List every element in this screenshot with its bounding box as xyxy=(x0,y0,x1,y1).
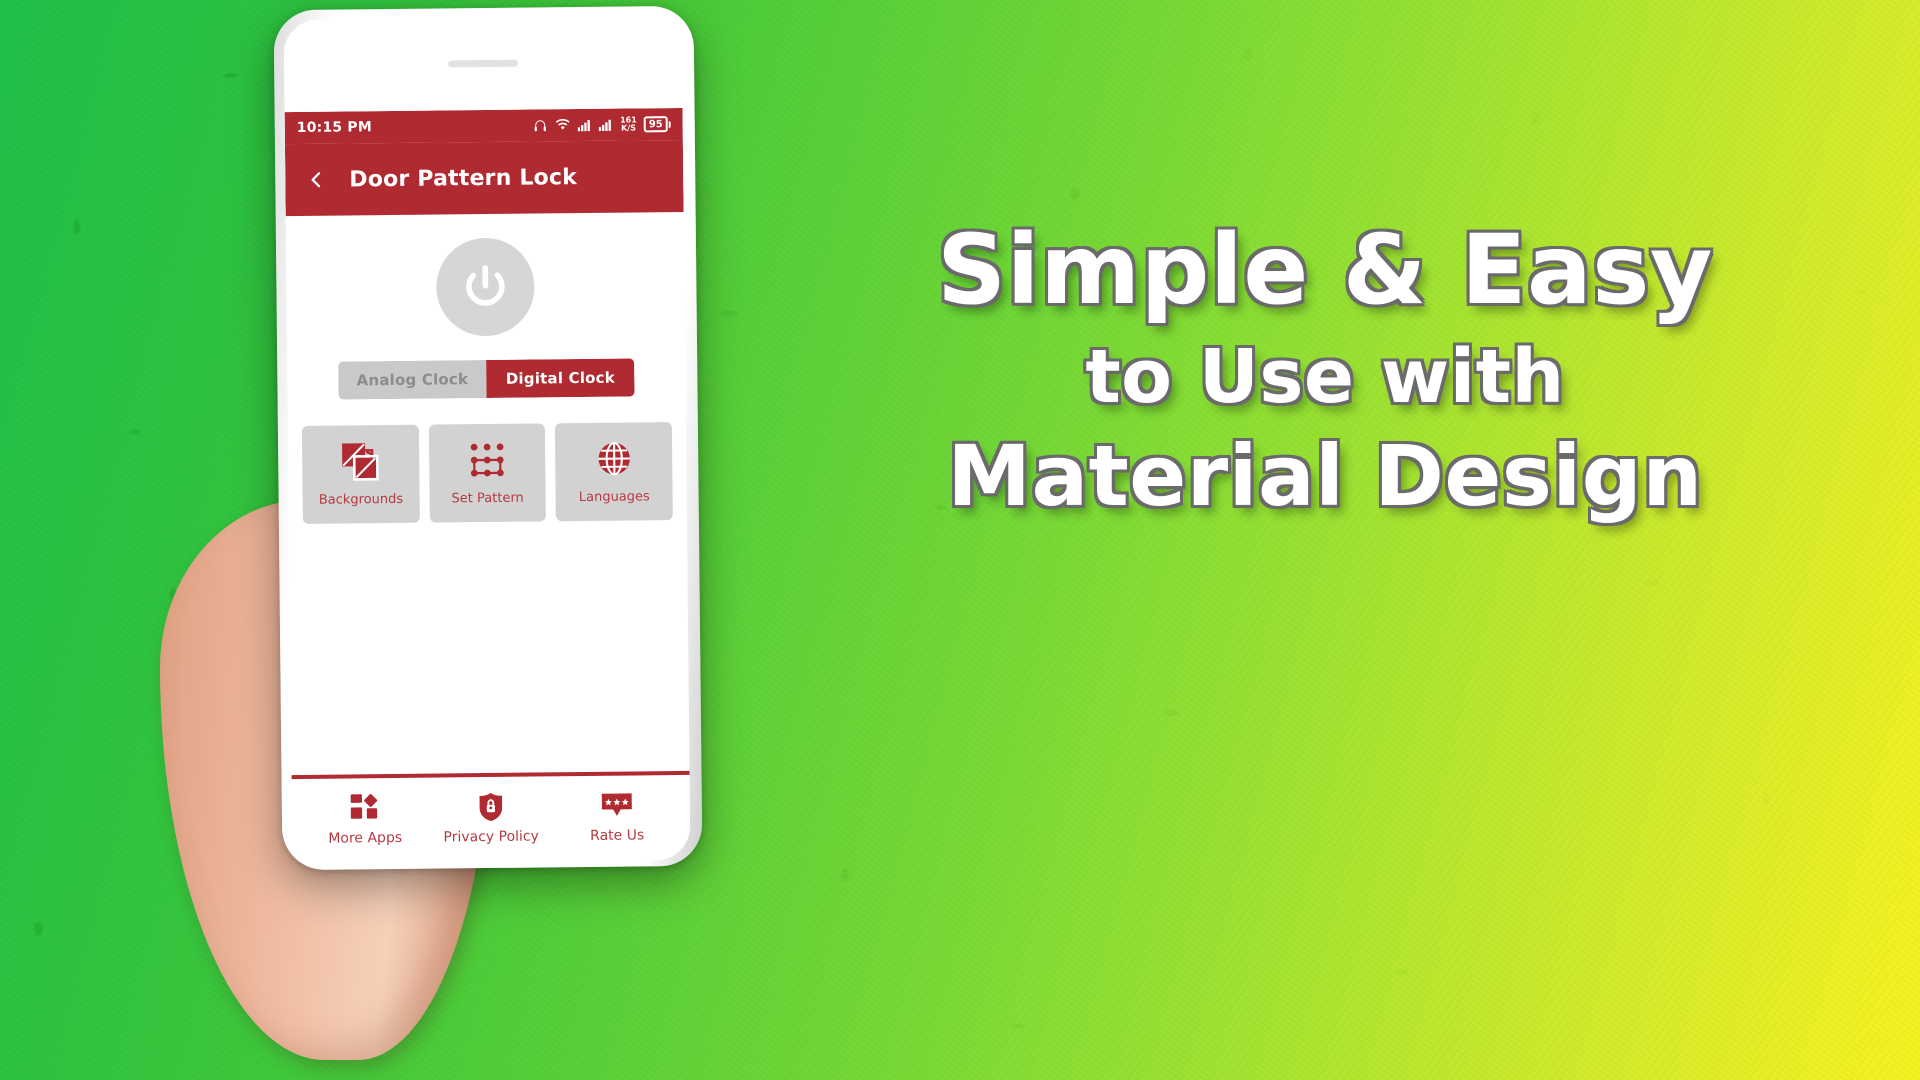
status-bar: 10:15 PM 161 K/S 95 xyxy=(284,107,683,145)
feature-card-row: Backgrounds Set Pattern Languages xyxy=(301,422,673,524)
battery-cap xyxy=(668,120,671,128)
card-set-pattern[interactable]: Set Pattern xyxy=(428,423,547,523)
status-clock: 10:15 PM xyxy=(296,119,373,136)
nav-privacy-policy-label: Privacy Policy xyxy=(443,828,539,846)
nav-rate-us-label: Rate Us xyxy=(590,827,645,845)
power-toggle-button[interactable] xyxy=(435,237,535,337)
chevron-left-icon xyxy=(311,172,321,188)
wifi-icon xyxy=(556,118,570,130)
globe-icon xyxy=(595,436,633,480)
images-stack-icon xyxy=(340,439,380,483)
nav-more-apps[interactable]: More Apps xyxy=(302,792,429,848)
network-speed-unit: K/S xyxy=(620,123,636,133)
headphones-icon xyxy=(534,119,547,131)
power-icon xyxy=(466,265,505,306)
card-languages[interactable]: Languages xyxy=(555,422,673,522)
nav-rate-us[interactable]: Rate Us xyxy=(554,789,681,845)
card-backgrounds-label: Backgrounds xyxy=(318,491,404,508)
app-toolbar: Door Pattern Lock xyxy=(284,139,684,217)
status-icon-group: 161 K/S 95 xyxy=(533,116,671,133)
battery-indicator: 95 xyxy=(643,116,671,133)
bottom-navigation: More Apps Privacy Policy Rate Us xyxy=(291,771,691,865)
phone-bezel: 10:15 PM 161 K/S 95 Door Pattern Lock An… xyxy=(283,15,691,865)
battery-percent: 95 xyxy=(648,118,663,130)
back-button[interactable] xyxy=(299,163,333,197)
page-title: Door Pattern Lock xyxy=(349,164,578,192)
earpiece-speaker xyxy=(448,59,519,68)
card-backgrounds[interactable]: Backgrounds xyxy=(301,424,420,524)
shield-lock-icon xyxy=(477,791,505,823)
analog-clock-option[interactable]: Analog Clock xyxy=(338,360,487,400)
power-button-container xyxy=(300,236,671,338)
digital-clock-option[interactable]: Digital Clock xyxy=(486,358,635,399)
card-languages-label: Languages xyxy=(578,489,650,506)
phone-screen: 10:15 PM 161 K/S 95 Door Pattern Lock An… xyxy=(284,107,691,865)
apps-grid-icon xyxy=(350,792,380,824)
app-content: Analog Clock Digital Clock Backgrounds S… xyxy=(286,236,687,524)
nav-privacy-policy[interactable]: Privacy Policy xyxy=(428,791,555,847)
nav-more-apps-label: More Apps xyxy=(328,830,403,848)
battery-body: 95 xyxy=(643,116,668,133)
smartphone-device: 10:15 PM 161 K/S 95 Door Pattern Lock An… xyxy=(273,5,703,871)
pattern-dots-icon xyxy=(467,438,507,482)
network-speed-indicator: 161 K/S xyxy=(620,116,637,133)
stars-badge-icon xyxy=(600,790,634,822)
signal-sim2-icon xyxy=(599,119,612,132)
signal-sim1-icon xyxy=(578,119,591,132)
clock-mode-toggle[interactable]: Analog Clock Digital Clock xyxy=(338,358,635,400)
card-set-pattern-label: Set Pattern xyxy=(451,490,524,507)
